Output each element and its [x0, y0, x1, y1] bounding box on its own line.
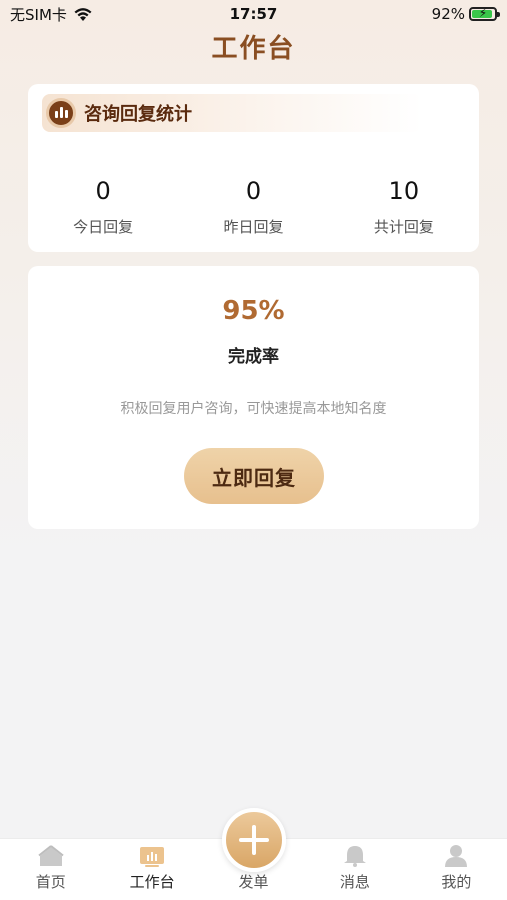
post-order-button[interactable]: [222, 808, 286, 872]
stats-row: 0 今日回复 0 昨日回复 10 共计回复: [28, 176, 479, 237]
reply-now-button[interactable]: 立即回复: [184, 448, 324, 504]
tab-label: 我的: [441, 873, 472, 891]
tab-label: 消息: [339, 873, 370, 891]
stat-value: 0: [245, 177, 262, 205]
stat-label: 今日回复: [73, 218, 134, 236]
plus-icon: [239, 825, 269, 855]
tab-home[interactable]: 首页: [0, 839, 101, 900]
tab-workbench[interactable]: 工作台: [101, 839, 202, 900]
stats-title: 咨询回复统计: [84, 104, 192, 125]
completion-rate: 95%: [222, 296, 285, 326]
completion-card: 95% 完成率 积极回复用户咨询，可快速提高本地知名度 立即回复: [28, 266, 479, 529]
page-title: 工作台: [211, 34, 296, 64]
tab-label: 发单: [238, 873, 269, 891]
tab-label: 首页: [35, 873, 66, 891]
tab-mine[interactable]: 我的: [406, 839, 507, 900]
stat-yesterday[interactable]: 0 昨日回复: [178, 176, 328, 237]
battery-icon: ⚡: [469, 6, 500, 21]
stats-card: 咨询回复统计 0 今日回复 0 昨日回复 10 共计回复: [28, 84, 479, 252]
stat-value: 10: [388, 177, 420, 205]
tab-messages[interactable]: 消息: [304, 839, 405, 900]
stat-today[interactable]: 0 今日回复: [28, 176, 178, 237]
stat-label: 昨日回复: [223, 218, 284, 236]
status-time: 17:57: [229, 5, 278, 23]
user-icon: [445, 845, 468, 867]
status-bar: 无SIM卡 17:57 92% ⚡: [0, 0, 507, 28]
chart-icon: [140, 847, 165, 867]
home-icon: [38, 845, 64, 866]
completion-label: 完成率: [228, 347, 279, 367]
tab-label: 工作台: [129, 873, 175, 891]
stat-total[interactable]: 10 共计回复: [329, 176, 479, 237]
bar-chart-icon: [46, 98, 76, 128]
bolt-icon: ⚡: [478, 6, 488, 20]
stat-label: 共计回复: [373, 218, 434, 236]
stats-header: 咨询回复统计: [42, 94, 422, 132]
completion-description: 积极回复用户咨询，可快速提高本地知名度: [120, 401, 387, 417]
stat-value: 0: [95, 177, 111, 205]
bell-icon: [343, 846, 366, 867]
